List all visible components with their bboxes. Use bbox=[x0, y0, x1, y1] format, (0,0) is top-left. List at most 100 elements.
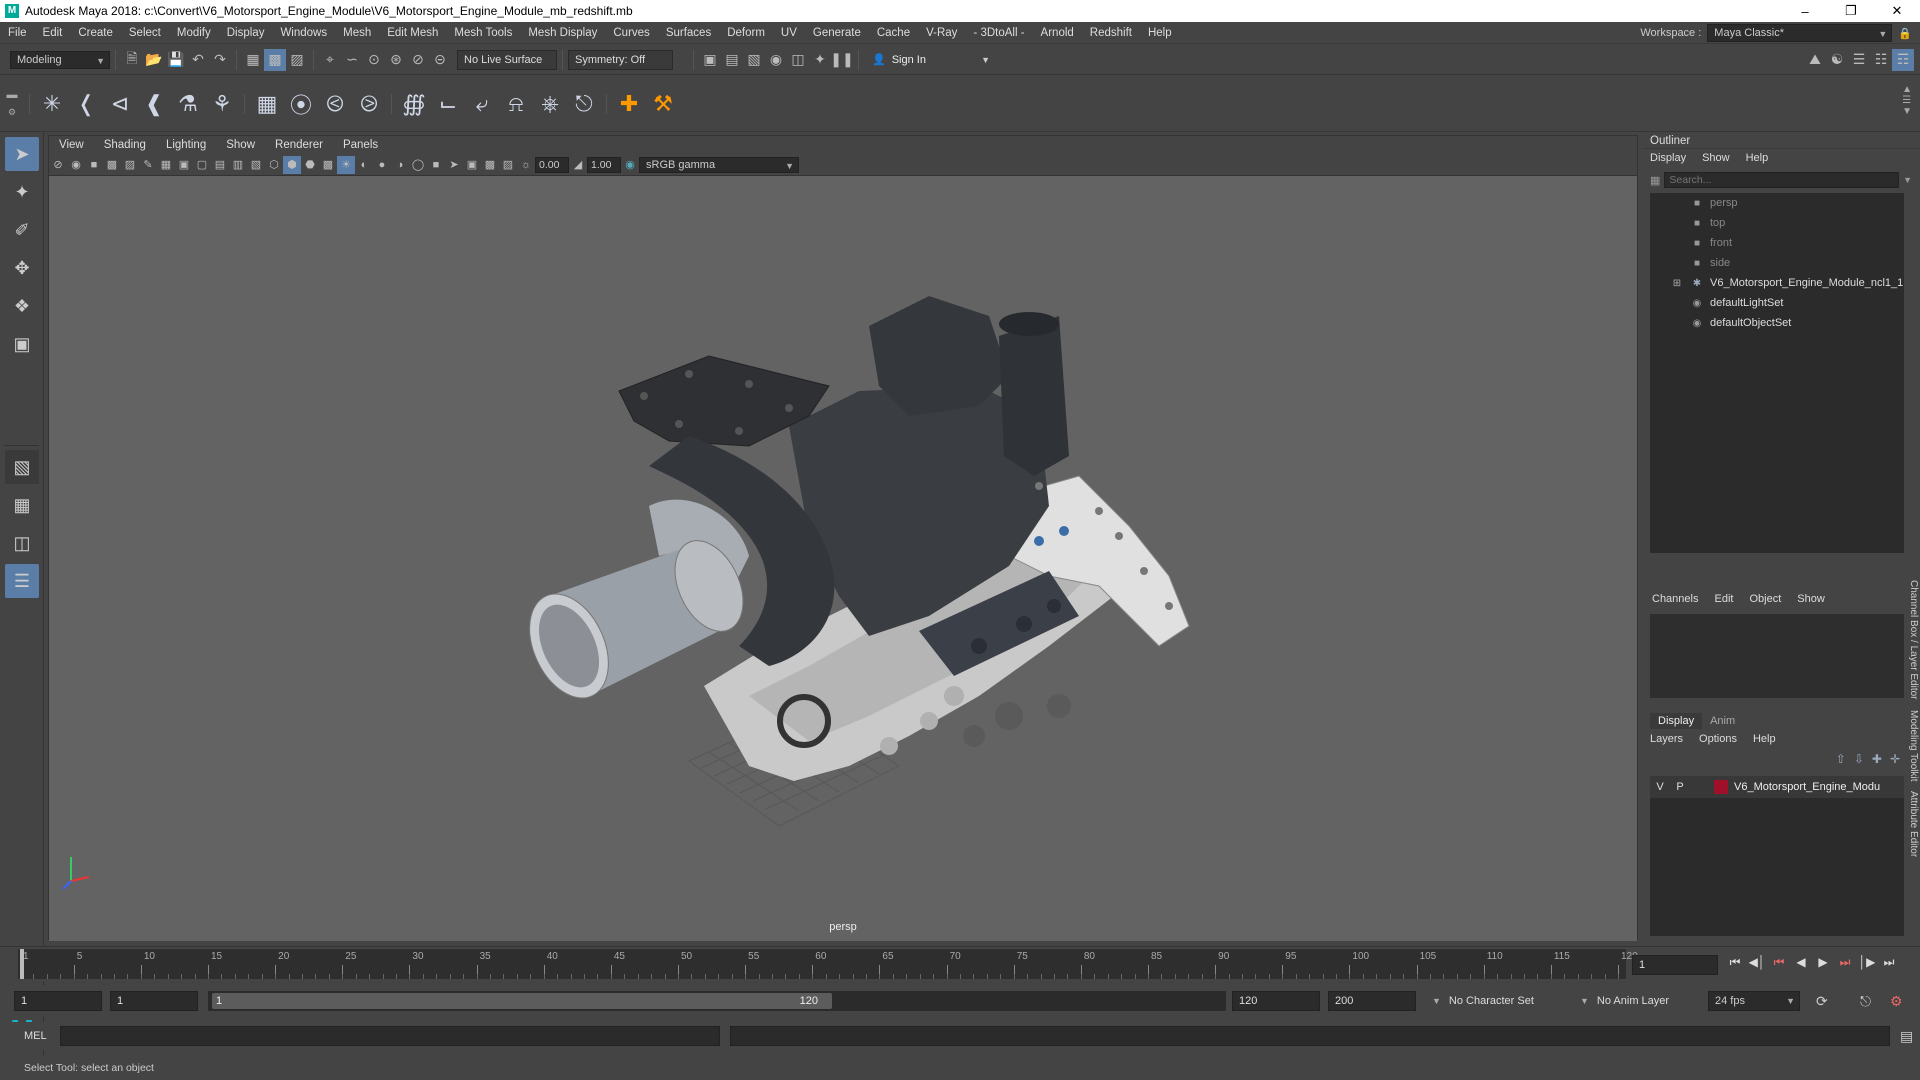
loop-icon[interactable]: ⟳ bbox=[1816, 993, 1828, 1010]
menu-redshift[interactable]: Redshift bbox=[1082, 27, 1140, 39]
render-setup-icon[interactable]: ◫ bbox=[787, 49, 809, 71]
scale-tool-icon[interactable]: ▣ bbox=[5, 327, 39, 361]
xray-joints-icon[interactable]: ▩ bbox=[481, 156, 499, 174]
select-camera-icon[interactable]: ⊘ bbox=[49, 156, 67, 174]
sphere-mesh-icon[interactable]: ⧀ bbox=[318, 87, 352, 121]
new-scene-icon[interactable]: 🗎 bbox=[121, 49, 143, 71]
layer-visibility-toggle[interactable]: V bbox=[1650, 781, 1670, 793]
isolate-select-icon[interactable]: ➤ bbox=[445, 156, 463, 174]
close-button[interactable]: ✕ bbox=[1874, 0, 1920, 22]
sign-in-button[interactable]: 👤 Sign In ▼ bbox=[872, 53, 990, 67]
tab-modeling-toolkit[interactable]: Modeling Toolkit bbox=[1908, 710, 1919, 782]
use-all-lights-icon[interactable]: ☀ bbox=[337, 155, 355, 174]
render-frame-icon[interactable]: ▣ bbox=[699, 49, 721, 71]
shelf-settings-icon[interactable]: ⚙ bbox=[8, 107, 16, 118]
menu-generate[interactable]: Generate bbox=[805, 27, 869, 39]
twist-deformer-icon[interactable]: ⎈ bbox=[533, 87, 567, 121]
menu-edit[interactable]: Edit bbox=[35, 27, 71, 39]
ipr-render-icon[interactable]: ▤ bbox=[721, 49, 743, 71]
menu-arnold[interactable]: Arnold bbox=[1033, 27, 1082, 39]
minimize-button[interactable]: – bbox=[1782, 0, 1828, 22]
live-surface-field[interactable]: No Live Surface bbox=[457, 49, 557, 70]
outliner-item-default-light-set[interactable]: ◉ defaultLightSet bbox=[1650, 293, 1904, 313]
viewport-menu-show[interactable]: Show bbox=[216, 139, 265, 151]
outliner-item-side[interactable]: ■ side bbox=[1650, 253, 1904, 273]
layer-row[interactable]: V P V6_Motorsport_Engine_Modu bbox=[1650, 776, 1904, 798]
target-weld-icon[interactable]: ❬ bbox=[69, 87, 103, 121]
modeling-toolkit-icon[interactable]: ⛰ bbox=[1804, 49, 1826, 71]
four-view-layout-icon[interactable]: ▦ bbox=[5, 488, 39, 522]
range-bar[interactable]: 1 120 bbox=[208, 991, 1226, 1011]
go-to-end-icon[interactable]: ⏭ bbox=[1880, 953, 1898, 971]
viewport-menu-panels[interactable]: Panels bbox=[333, 139, 388, 151]
menu-modify[interactable]: Modify bbox=[169, 27, 219, 39]
tab-anim[interactable]: Anim bbox=[1702, 713, 1743, 729]
open-scene-icon[interactable]: 📂 bbox=[143, 49, 165, 71]
paint-select-tool-icon[interactable]: ✐ bbox=[5, 213, 39, 247]
save-scene-icon[interactable]: 💾 bbox=[165, 49, 187, 71]
undo-icon[interactable]: ↶ bbox=[187, 49, 209, 71]
outliner-menu-show[interactable]: Show bbox=[1694, 152, 1738, 164]
script-editor-icon[interactable]: ▤ bbox=[1900, 1028, 1913, 1045]
gate-mask-icon[interactable]: ▤ bbox=[211, 156, 229, 174]
maximize-button[interactable]: ❐ bbox=[1828, 0, 1874, 22]
bind-skin-icon[interactable]: ⚘ bbox=[205, 87, 239, 121]
snap-curve-icon[interactable]: ∽ bbox=[341, 49, 363, 71]
play-forwards-icon[interactable]: ▶ bbox=[1814, 953, 1832, 971]
anti-aliasing-icon[interactable]: ◯ bbox=[409, 156, 427, 174]
menu-surfaces[interactable]: Surfaces bbox=[658, 27, 719, 39]
select-tool-icon[interactable]: ➤ bbox=[5, 137, 39, 171]
hypershade-icon[interactable]: ◉ bbox=[765, 49, 787, 71]
shelf-menu-icon[interactable]: ☰ bbox=[1902, 95, 1912, 106]
expand-plus-icon[interactable]: ⊞ bbox=[1670, 278, 1684, 289]
xray-components-icon[interactable]: ▨ bbox=[499, 156, 517, 174]
outliner-item-default-object-set[interactable]: ◉ defaultObjectSet bbox=[1650, 313, 1904, 333]
outliner-item-front[interactable]: ■ front bbox=[1650, 233, 1904, 253]
quad-draw-icon[interactable]: ❰ bbox=[137, 87, 171, 121]
step-forward-key-icon[interactable]: ⏭ bbox=[1836, 953, 1854, 971]
range-slider-handle[interactable]: 1 120 bbox=[212, 993, 832, 1009]
current-frame-field[interactable]: 1 bbox=[1632, 955, 1718, 975]
menu-help[interactable]: Help bbox=[1140, 27, 1180, 39]
render-settings-icon[interactable]: ▧ bbox=[743, 49, 765, 71]
tool-settings-icon[interactable]: ☷ bbox=[1870, 49, 1892, 71]
auto-key-icon[interactable]: ⎋ bbox=[1860, 993, 1871, 1010]
menu-mesh-tools[interactable]: Mesh Tools bbox=[446, 27, 520, 39]
new-layer-selected-icon[interactable]: ✛ bbox=[1890, 752, 1900, 766]
wave-deformer-icon[interactable]: ⎋ bbox=[567, 87, 601, 121]
command-language-toggle[interactable]: MEL bbox=[24, 1030, 54, 1042]
cube-mesh-icon[interactable]: ⧁ bbox=[352, 87, 386, 121]
viewport-menu-renderer[interactable]: Renderer bbox=[265, 139, 333, 151]
outliner-menu-help[interactable]: Help bbox=[1738, 152, 1777, 164]
menu-3dtoall[interactable]: - 3DtoAll - bbox=[965, 27, 1032, 39]
bevel-icon[interactable]: ⤶ bbox=[465, 87, 499, 121]
chevron-down-icon[interactable]: ▼ bbox=[1903, 175, 1912, 185]
connect-icon[interactable]: ⊲ bbox=[103, 87, 137, 121]
extrude-icon[interactable]: ∰ bbox=[397, 87, 431, 121]
bookmark-icon[interactable]: ■ bbox=[85, 156, 103, 174]
wireframe-on-shaded-icon[interactable]: ⬣ bbox=[301, 156, 319, 174]
field-chart-icon[interactable]: ▥ bbox=[229, 156, 247, 174]
snap-point-icon[interactable]: ⊙ bbox=[363, 49, 385, 71]
pivot-icon[interactable]: ✚ bbox=[612, 87, 646, 121]
film-gate-icon[interactable]: ▣ bbox=[175, 156, 193, 174]
step-back-key-icon[interactable]: ⏮ bbox=[1770, 953, 1788, 971]
snap-view-plane-icon[interactable]: ⊘ bbox=[407, 49, 429, 71]
tab-display[interactable]: Display bbox=[1650, 713, 1703, 729]
outliner-layout-icon[interactable]: ☰ bbox=[5, 564, 39, 598]
menu-windows[interactable]: Windows bbox=[272, 27, 335, 39]
channel-box-icon[interactable]: ☶ bbox=[1892, 48, 1914, 71]
select-hierarchy-icon[interactable]: ▦ bbox=[242, 49, 264, 71]
playback-end-field[interactable]: 120 bbox=[1232, 991, 1320, 1011]
view-transform-dropdown[interactable]: sRGB gamma ▼ bbox=[639, 156, 799, 173]
menu-mesh-display[interactable]: Mesh Display bbox=[520, 27, 605, 39]
resolution-gate-icon[interactable]: ▢ bbox=[193, 156, 211, 174]
viewport-menu-lighting[interactable]: Lighting bbox=[156, 139, 216, 151]
xray-icon[interactable]: ▣ bbox=[463, 156, 481, 174]
multi-cut-icon[interactable]: ✳ bbox=[35, 87, 69, 121]
move-layer-down-icon[interactable]: ⇩ bbox=[1854, 752, 1864, 766]
snap-projected-icon[interactable]: ⊛ bbox=[385, 49, 407, 71]
tab-channel-box-layer-editor[interactable]: Channel Box / Layer Editor bbox=[1908, 580, 1919, 700]
shadows-icon[interactable]: ◐ bbox=[355, 156, 373, 174]
layer-color-swatch[interactable] bbox=[1714, 780, 1728, 794]
